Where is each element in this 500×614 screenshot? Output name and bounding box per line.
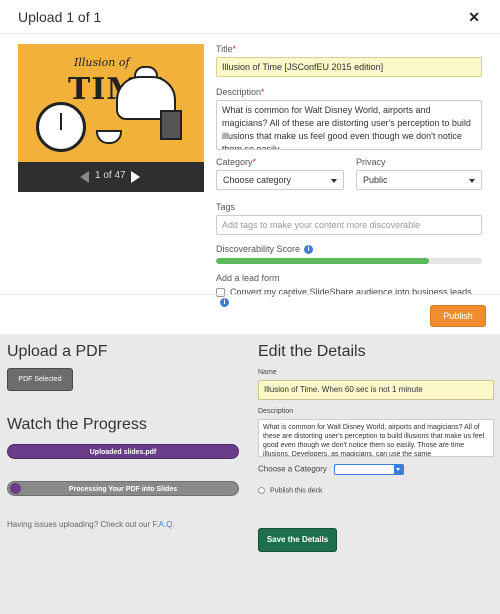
discoverability-fill xyxy=(216,258,429,265)
processing-label: Processing Your PDF into Slides xyxy=(68,486,178,493)
modal-title: Upload 1 of 1 xyxy=(18,9,102,25)
next-slide-icon[interactable] xyxy=(131,171,140,183)
processing-progress-bar: Processing Your PDF into Slides xyxy=(7,481,239,496)
clock-illustration xyxy=(36,102,86,152)
slide-title-top: Illusion of xyxy=(74,56,130,69)
previous-slide-icon[interactable] xyxy=(80,171,89,183)
category-label: Choose a Category xyxy=(258,464,327,474)
uploaded-progress-bar: Uploaded slides.pdf xyxy=(7,444,239,459)
category-select[interactable]: Choose category xyxy=(216,170,344,190)
privacy-select[interactable]: Public xyxy=(356,170,482,190)
info-icon[interactable]: i xyxy=(304,245,314,255)
category-select[interactable] xyxy=(334,464,405,475)
faq-link[interactable]: F.A.Q. xyxy=(152,520,174,529)
help-text: Having issues uploading? Check out our F… xyxy=(7,520,175,529)
slide-counter: 1 of 47 xyxy=(95,170,126,181)
pdf-selected-button[interactable]: PDF Selected xyxy=(7,368,73,391)
hat-illustration xyxy=(160,110,182,140)
publish-deck-checkbox[interactable] xyxy=(258,487,265,494)
upload-heading: Upload a PDF xyxy=(7,343,108,360)
privacy-value: Public xyxy=(363,175,388,185)
tags-placeholder: Add tags to make your content more disco… xyxy=(222,220,421,230)
category-label: Category* xyxy=(216,157,257,167)
modal-header: Upload 1 of 1 ✕ xyxy=(0,0,500,34)
chevron-down-icon xyxy=(394,465,404,474)
category-row: Choose a Category xyxy=(258,464,494,475)
player-controls: 1 of 47 xyxy=(18,162,204,192)
upload-form: Title* Illusion of Time [JSConfEU 2015 e… xyxy=(216,44,484,308)
chevron-down-icon xyxy=(331,179,337,183)
publish-deck-label: Publish this deck xyxy=(270,487,323,495)
save-details-button[interactable]: Save the Details xyxy=(258,528,337,552)
slide-player: Illusion of TIME 1 of 47 xyxy=(18,44,204,192)
slide-thumbnail: Illusion of TIME xyxy=(18,44,204,162)
title-input[interactable]: Illusion of Time [JSConfEU 2015 edition] xyxy=(216,57,482,77)
progress-heading: Watch the Progress xyxy=(7,416,147,433)
tags-label: Tags xyxy=(216,202,236,212)
details-heading: Edit the Details xyxy=(258,343,366,360)
discoverability-bar xyxy=(216,258,482,265)
publish-button[interactable]: Publish xyxy=(430,305,486,327)
close-icon[interactable]: ✕ xyxy=(468,9,480,26)
description-textarea[interactable]: What is common for Walt Disney World, ai… xyxy=(216,100,482,150)
discoverability-label: Discoverability Score i xyxy=(216,244,484,255)
upload-modal: Upload 1 of 1 ✕ Illusion of TIME 1 of 47… xyxy=(0,0,500,334)
category-value: Choose category xyxy=(223,175,292,185)
teacup-illustration xyxy=(96,130,122,144)
description-textarea[interactable]: What is common for Walt Disney World, ai… xyxy=(258,419,494,457)
lead-form-label: Add a lead form xyxy=(216,273,280,284)
classic-upload-panel: Upload a PDF PDF Selected Watch the Prog… xyxy=(0,334,500,614)
publish-deck-row: Publish this deck xyxy=(258,487,494,494)
name-input[interactable]: Illusion of Time. When 60 sec is not 1 m… xyxy=(258,380,494,400)
modal-footer: Publish xyxy=(0,294,500,334)
title-label: Title* xyxy=(216,44,237,54)
description-label: Description* xyxy=(216,87,265,97)
processing-indicator xyxy=(10,483,21,494)
tags-input[interactable]: Add tags to make your content more disco… xyxy=(216,215,482,235)
description-label: Description xyxy=(258,408,294,415)
chevron-down-icon xyxy=(469,179,475,183)
name-label: Name xyxy=(258,369,277,376)
privacy-label: Privacy xyxy=(356,157,386,167)
